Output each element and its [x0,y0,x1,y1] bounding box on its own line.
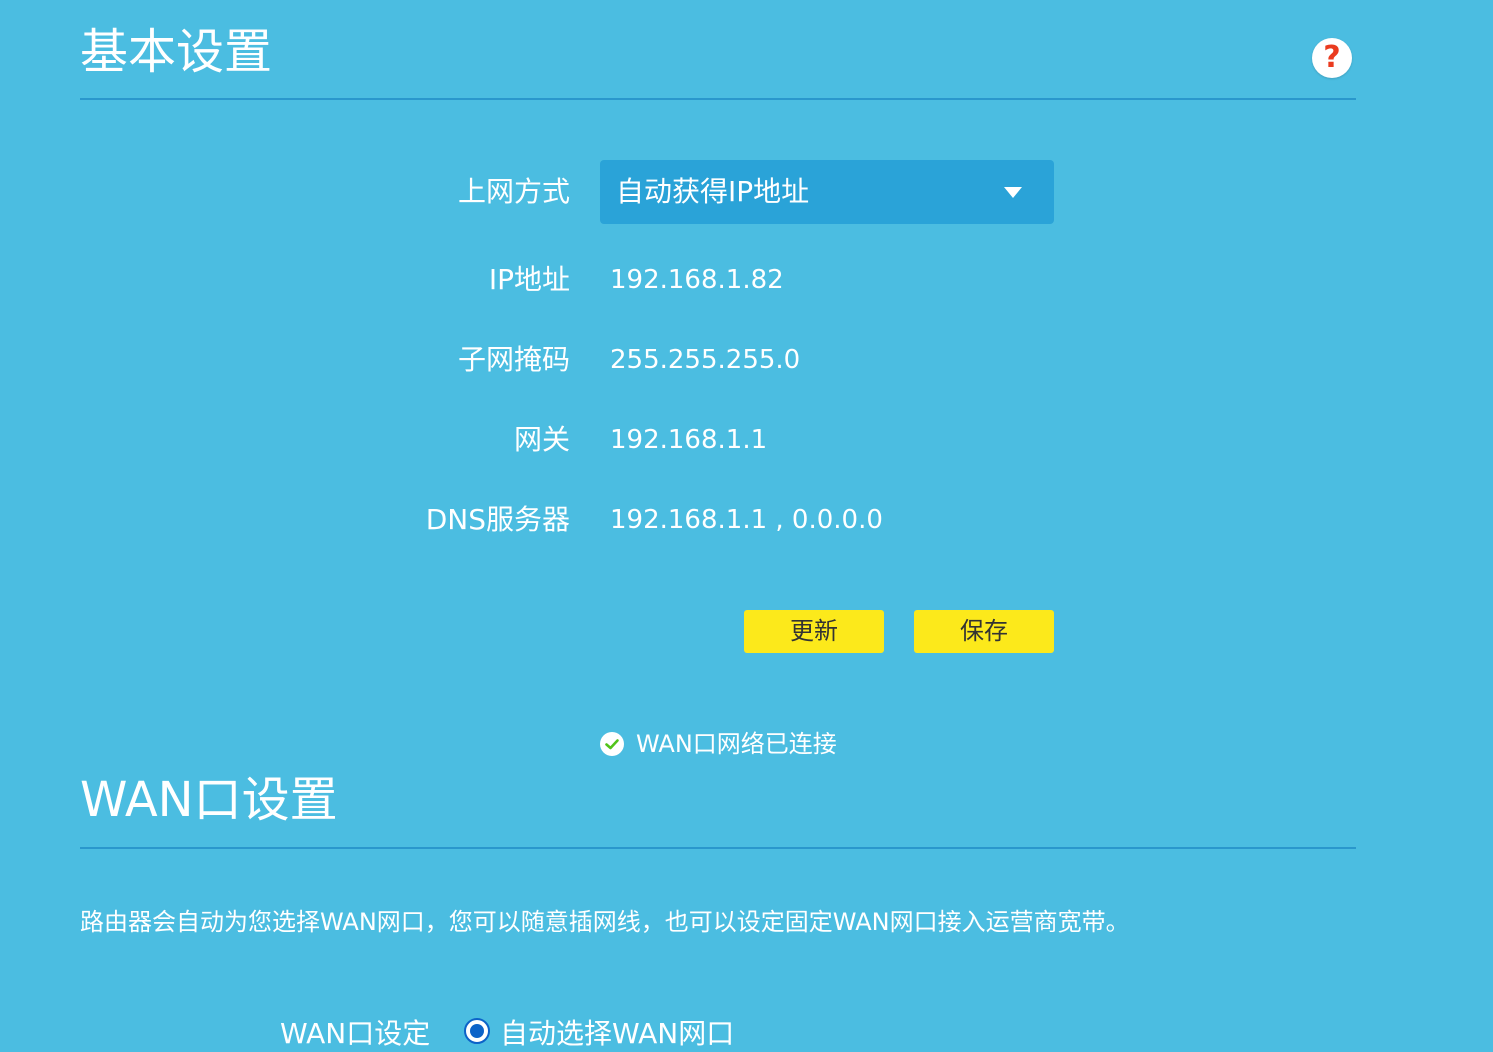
auto-select-wan-label[interactable]: 自动选择WAN网口 [500,1016,734,1052]
dns-server-value: 192.168.1.1 , 0.0.0.0 [610,505,883,535]
check-circle-icon [600,732,624,756]
connection-type-select[interactable]: 自动获得IP地址 [600,160,1054,224]
wan-port-setting-label: WAN口设定 [280,1017,431,1050]
section-divider [80,98,1356,100]
ip-address-value: 192.168.1.82 [610,265,784,295]
wan-status-text: WAN口网络已连接 [636,730,837,758]
chevron-down-icon [1004,187,1022,198]
wan-description: 路由器会自动为您选择WAN网口，您可以随意插网线，也可以设定固定WAN网口接入运… [80,908,1130,936]
gateway-label: 网关 [513,423,570,456]
subnet-mask-label: 子网掩码 [457,343,570,376]
dns-server-label: DNS服务器 [425,503,570,536]
basic-settings-title: 基本设置 [80,24,273,80]
auto-select-wan-radio[interactable] [464,1018,490,1044]
help-button[interactable]: ? [1312,38,1352,78]
wan-settings-title: WAN口设置 [80,772,338,828]
connection-type-value: 自动获得IP地址 [616,175,810,208]
question-mark-icon: ? [1323,40,1341,75]
gateway-value: 192.168.1.1 [610,425,768,455]
section-divider [80,847,1356,849]
radio-selected-dot [470,1024,484,1038]
subnet-mask-value: 255.255.255.0 [610,345,801,375]
ip-address-label: IP地址 [488,263,570,296]
refresh-button[interactable]: 更新 [744,610,884,653]
save-button[interactable]: 保存 [914,610,1054,653]
connection-type-label: 上网方式 [457,175,570,208]
